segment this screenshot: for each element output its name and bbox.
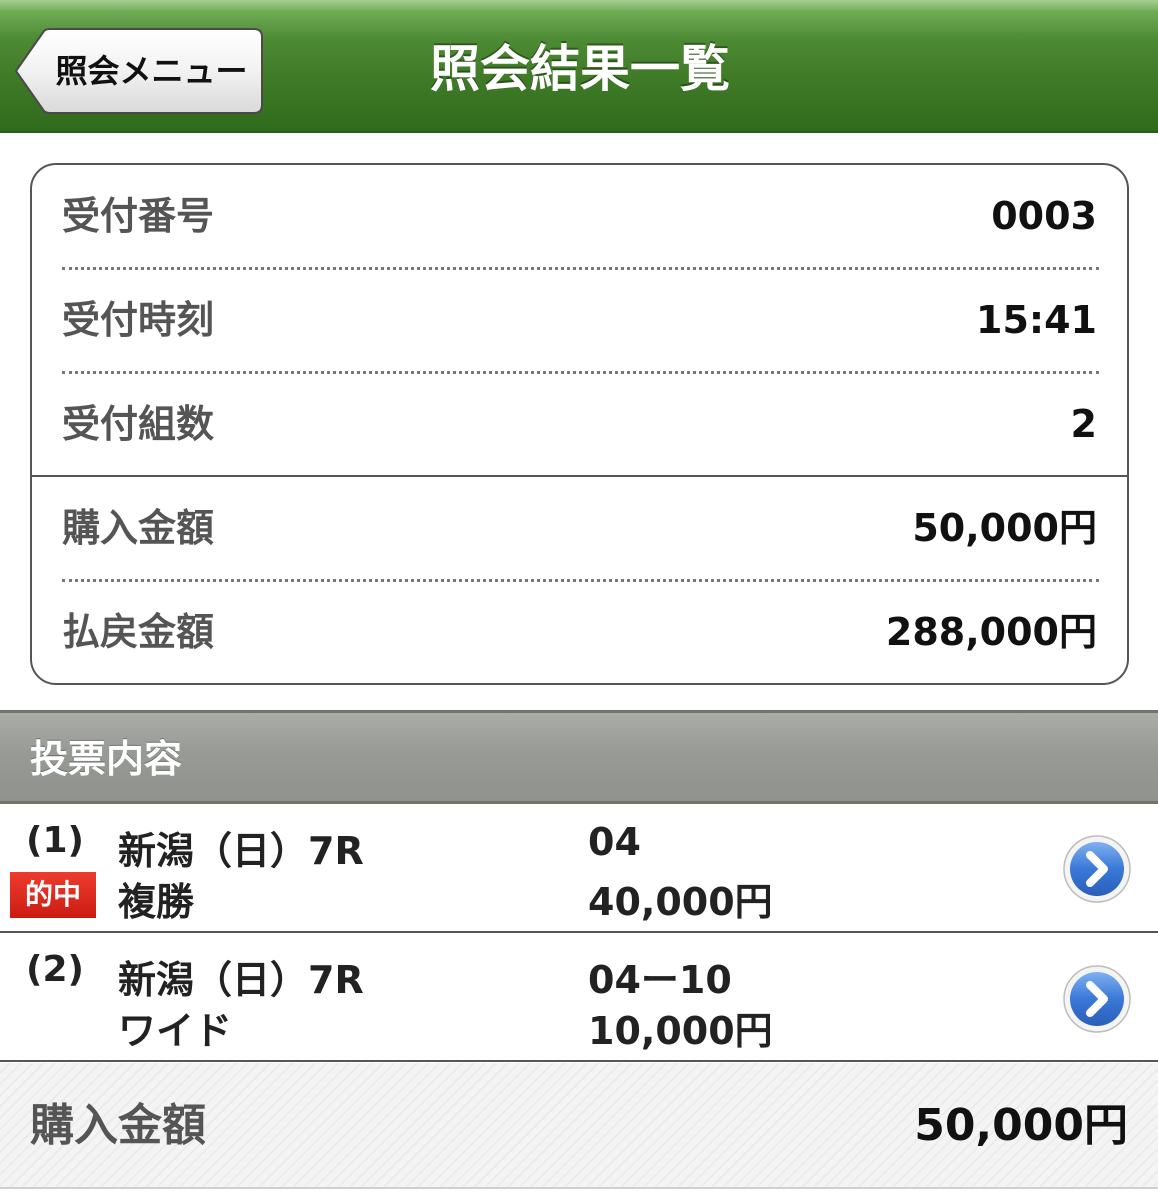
total-value: 50,000円 bbox=[914, 1100, 1128, 1151]
purchase-label: 購入金額 bbox=[62, 506, 215, 550]
summary-card: 受付番号 0003 受付時刻 15:41 受付組数 2 購入金額 50,000円… bbox=[30, 163, 1129, 685]
total-label: 購入金額 bbox=[30, 1100, 206, 1151]
bet-type: ワイド bbox=[118, 1009, 233, 1053]
bet-row[interactable]: (1) 新潟（日）7R 複勝 04 40,000円 bbox=[0, 804, 1158, 933]
payout-value: 288,000円 bbox=[885, 610, 1097, 654]
receipt-time-label: 受付時刻 bbox=[62, 298, 215, 342]
section-header: 投票内容 bbox=[0, 710, 1158, 804]
bet-amount: 10,000円 bbox=[588, 1009, 773, 1053]
bet-number: (1) bbox=[26, 820, 84, 861]
bet-combination: 04ー10 bbox=[588, 958, 732, 1002]
receipt-number-label: 受付番号 bbox=[62, 194, 215, 238]
bottom-strip bbox=[0, 1190, 1158, 1200]
receipt-number-row: 受付番号 0003 bbox=[32, 165, 1127, 268]
bet-row[interactable]: (2) 新潟（日）7R ワイド 04ー10 10,000円 bbox=[0, 933, 1158, 1062]
bet-number: (2) bbox=[26, 949, 84, 990]
payout-label: 払戻金額 bbox=[62, 610, 215, 654]
receipt-number-value: 0003 bbox=[991, 194, 1097, 238]
bet-type: 複勝 bbox=[118, 880, 195, 924]
purchase-row: 購入金額 50,000円 bbox=[32, 477, 1127, 580]
bet-combination: 04 bbox=[588, 820, 641, 864]
chevron-right-icon[interactable] bbox=[1062, 964, 1132, 1034]
total-footer: 購入金額 50,000円 bbox=[0, 1063, 1158, 1189]
payout-row: 払戻金額 288,000円 bbox=[32, 581, 1127, 684]
back-button[interactable]: 照会メニュー bbox=[14, 28, 264, 114]
sets-row: 受付組数 2 bbox=[32, 373, 1127, 476]
bet-amount: 40,000円 bbox=[588, 880, 773, 924]
chevron-right-icon[interactable] bbox=[1062, 834, 1132, 904]
hit-badge: 的中 bbox=[10, 872, 96, 918]
bet-race: 新潟（日）7R bbox=[118, 958, 364, 1002]
receipt-time-row: 受付時刻 15:41 bbox=[32, 269, 1127, 372]
sets-label: 受付組数 bbox=[62, 402, 215, 446]
purchase-value: 50,000円 bbox=[912, 506, 1097, 550]
section-title: 投票内容 bbox=[30, 737, 183, 781]
receipt-time-value: 15:41 bbox=[976, 298, 1097, 342]
page-title: 照会結果一覧 bbox=[430, 40, 730, 98]
bet-race: 新潟（日）7R bbox=[118, 829, 364, 873]
sets-value: 2 bbox=[1070, 402, 1097, 446]
back-button-label: 照会メニュー bbox=[55, 52, 248, 90]
nav-header: 照会メニュー 照会結果一覧 bbox=[0, 0, 1158, 133]
